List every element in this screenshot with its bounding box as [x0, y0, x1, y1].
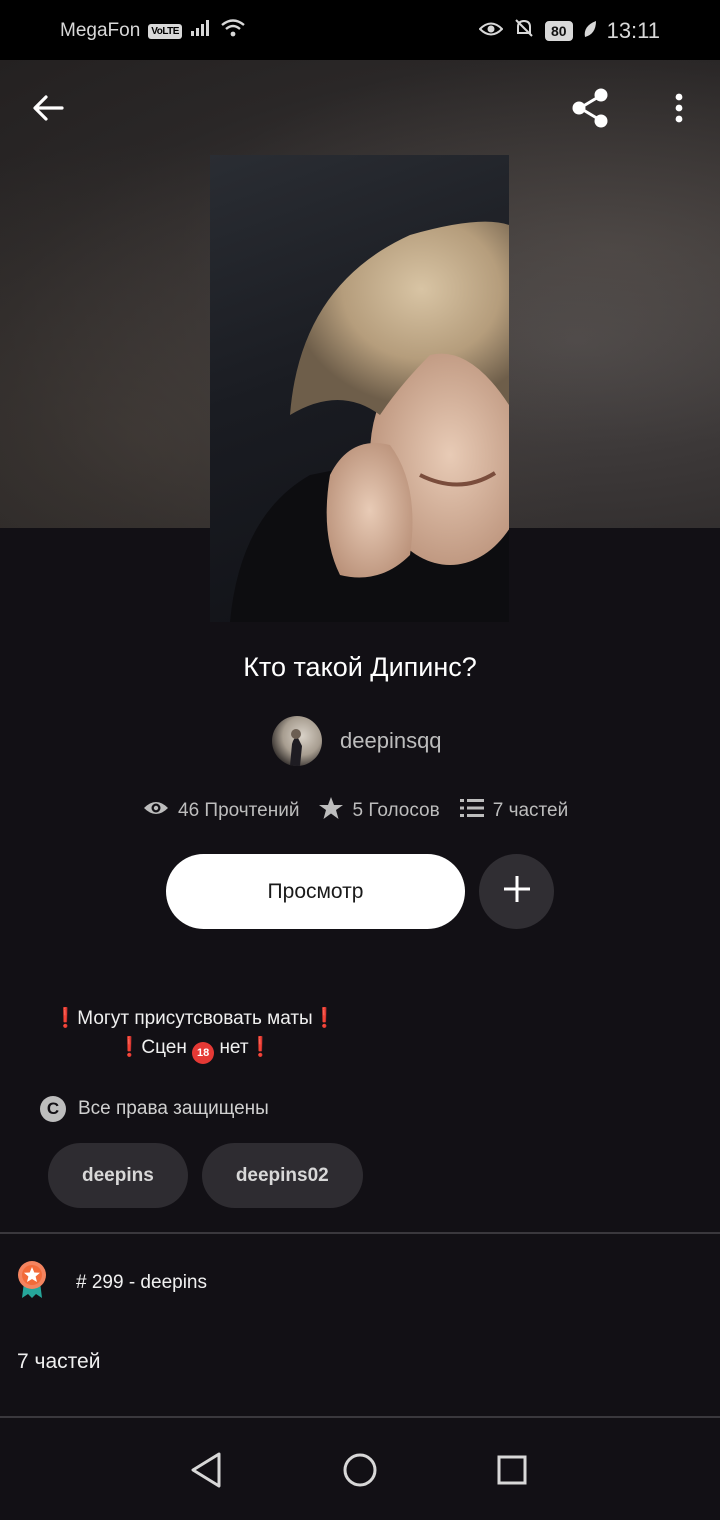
votes-count: 5 Голосов — [352, 800, 440, 821]
reads-stat: 46 Прочтений — [143, 799, 299, 823]
divider — [0, 1232, 720, 1234]
more-vert-icon[interactable] — [664, 86, 694, 130]
nav-recents-icon[interactable] — [490, 1448, 534, 1492]
award-badge-icon — [16, 1260, 48, 1306]
author-avatar[interactable] — [272, 716, 322, 766]
eye-icon — [143, 799, 169, 823]
ranking-row[interactable]: # 299 - deepins — [16, 1260, 207, 1306]
share-icon[interactable] — [566, 84, 614, 132]
battery-indicator: 80 — [545, 21, 573, 41]
copyright-label: Все права защищены — [78, 1098, 269, 1119]
copyright-row: C Все права защищены — [40, 1096, 269, 1122]
description-scenes-text: Сцен — [141, 1037, 187, 1058]
description-no-text: нет — [219, 1037, 249, 1058]
reads-count: 46 Прочтений — [178, 800, 300, 821]
exclamation-icon: ❗ — [117, 1037, 142, 1058]
story-title: Кто такой Дипинс? — [243, 652, 477, 682]
volte-badge: VoLTE — [148, 23, 182, 39]
nav-back-icon[interactable] — [184, 1448, 228, 1492]
wifi-icon — [220, 18, 246, 44]
description-line-2: ❗Сцен 18 нет❗ — [0, 1033, 390, 1064]
system-nav-bar — [0, 1418, 720, 1520]
mute-bell-icon — [513, 17, 535, 45]
status-left: MegaFon VoLTE — [60, 18, 246, 44]
clock: 13:11 — [606, 18, 660, 43]
tag-chip[interactable]: deepins02 — [201, 1143, 363, 1208]
leaf-icon — [583, 18, 597, 44]
exclamation-icon: ❗ — [248, 1037, 273, 1058]
list-icon — [459, 798, 484, 824]
story-cover-image[interactable] — [210, 155, 509, 622]
read-button[interactable]: Просмотр — [166, 854, 465, 929]
eye-comfort-icon — [478, 18, 504, 44]
back-arrow-icon[interactable] — [26, 86, 70, 130]
status-bar: MegaFon VoLTE 80 13:11 — [0, 0, 720, 60]
exclamation-icon: ❗ — [53, 1008, 78, 1029]
age-restriction-icon: 18 — [192, 1042, 215, 1064]
description-warning-text: Могут присутсвовать маты — [77, 1008, 313, 1029]
story-description: ❗Могут присутсвовать маты❗ ❗Сцен 18 нет❗ — [0, 1004, 390, 1064]
tag-list: deepins deepins02 — [48, 1143, 363, 1208]
description-line-1: ❗Могут присутсвовать маты❗ — [0, 1004, 390, 1033]
story-stats: 46 Прочтений 5 Голосов 7 частей — [143, 797, 568, 825]
plus-icon — [502, 874, 532, 909]
carrier-name: MegaFon — [60, 20, 141, 41]
exclamation-icon: ❗ — [312, 1008, 337, 1029]
parts-header[interactable]: 7 частей — [17, 1350, 100, 1374]
copyright-icon: C — [40, 1096, 66, 1122]
signal-icon — [190, 19, 212, 43]
author-row[interactable]: deepinsqq — [272, 716, 442, 766]
ranking-label: # 299 - deepins — [76, 1272, 207, 1293]
add-to-library-button[interactable] — [479, 854, 554, 929]
parts-count: 7 частей — [492, 800, 569, 821]
votes-stat: 5 Голосов — [319, 797, 440, 825]
author-name[interactable]: deepinsqq — [340, 728, 442, 754]
status-right: 80 13:11 — [478, 17, 660, 45]
star-icon — [319, 797, 344, 825]
parts-stat: 7 частей — [459, 798, 569, 824]
tag-chip[interactable]: deepins — [48, 1143, 188, 1208]
nav-home-icon[interactable] — [338, 1448, 382, 1492]
